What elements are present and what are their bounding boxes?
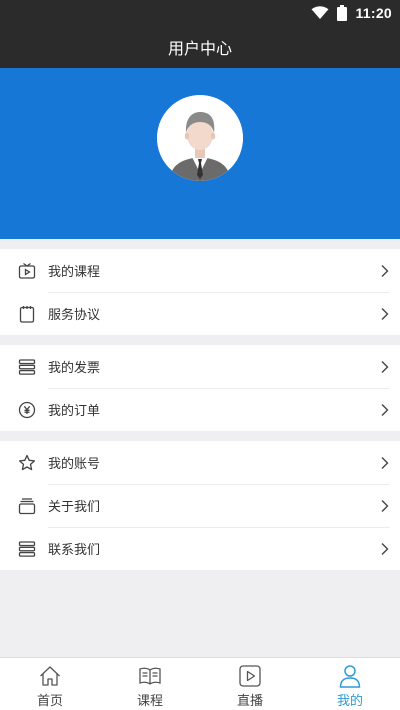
home-icon (40, 666, 60, 686)
menu-item-about-us[interactable]: 关于我们 (0, 484, 400, 527)
avatar[interactable] (157, 95, 243, 181)
tab-mine[interactable]: 我的 (300, 658, 400, 710)
layers-icon (17, 496, 37, 516)
notepad-icon (17, 304, 37, 324)
menu-group-3: 我的账号 关于我们 联系我们 (0, 441, 400, 570)
menu-item-service-agreement[interactable]: 服务协议 (0, 292, 400, 335)
yen-circle-icon (17, 400, 37, 420)
menu-item-label: 服务协议 (48, 308, 101, 323)
tab-label: 我的 (336, 694, 363, 709)
title-bar: 用户中心 (0, 26, 400, 68)
menu-item-my-orders[interactable]: 我的订单 (0, 388, 400, 431)
chevron-right-icon (381, 264, 389, 277)
menu-item-label: 联系我们 (48, 543, 101, 558)
page-title: 用户中心 (167, 39, 232, 58)
book-icon (139, 667, 161, 685)
menu-item-label: 我的账号 (48, 457, 101, 472)
star-icon (17, 453, 37, 473)
default-avatar-icon (157, 95, 243, 181)
menu-item-my-account[interactable]: 我的账号 (0, 441, 400, 484)
chevron-right-icon (381, 403, 389, 416)
menu-item-label: 我的订单 (48, 404, 101, 419)
menu-item-label: 我的发票 (48, 361, 101, 376)
tab-live[interactable]: 直播 (200, 658, 300, 710)
profile-banner (0, 68, 400, 239)
menu-group-1: 我的课程 服务协议 (0, 249, 400, 335)
tab-label: 首页 (36, 694, 63, 709)
tab-label: 直播 (236, 694, 263, 709)
user-icon (339, 665, 361, 688)
chevron-right-icon (381, 360, 389, 373)
menu-item-label: 关于我们 (48, 500, 101, 515)
chevron-right-icon (381, 499, 389, 512)
battery-icon (337, 5, 348, 21)
chevron-right-icon (381, 542, 389, 555)
wifi-icon (311, 6, 329, 19)
status-bar: 11:20 (0, 0, 400, 26)
stack-lines-icon (17, 539, 37, 559)
tab-courses[interactable]: 课程 (100, 658, 200, 710)
bottom-tab-bar: 首页 课程 直播 我的 (0, 657, 400, 710)
chevron-right-icon (381, 456, 389, 469)
menu-item-contact-us[interactable]: 联系我们 (0, 527, 400, 570)
tab-label: 课程 (136, 694, 163, 709)
chevron-right-icon (381, 307, 389, 320)
tab-home[interactable]: 首页 (0, 658, 100, 710)
menu-item-my-courses[interactable]: 我的课程 (0, 249, 400, 292)
play-icon (239, 665, 261, 687)
stack-lines-icon (17, 357, 37, 377)
status-time: 11:20 (355, 5, 392, 21)
menu-item-label: 我的课程 (48, 265, 101, 280)
tv-icon (17, 261, 37, 281)
menu-item-my-invoices[interactable]: 我的发票 (0, 345, 400, 388)
menu-group-2: 我的发票 我的订单 (0, 345, 400, 431)
